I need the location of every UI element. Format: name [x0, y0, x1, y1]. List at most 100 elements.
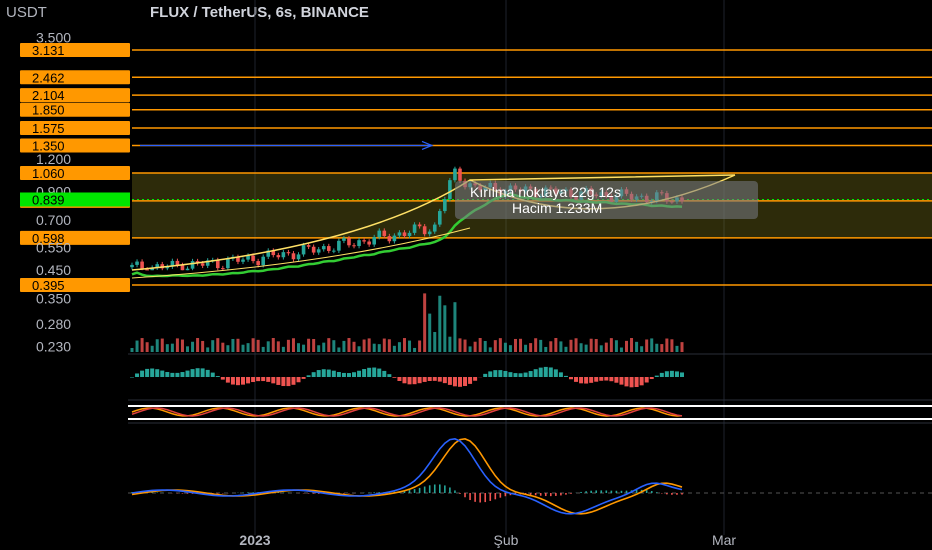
macd-histogram-bar: [570, 493, 572, 494]
macd-histogram-bar: [181, 493, 184, 494]
volume-bar: [579, 343, 583, 352]
volume-bar: [302, 344, 306, 352]
volume-bar: [201, 340, 205, 352]
histogram-bar: [326, 369, 331, 377]
histogram-bar: [473, 377, 478, 381]
volume-bar: [327, 338, 331, 352]
volume-bar: [160, 338, 164, 352]
histogram-bar: [644, 377, 649, 383]
histogram-oscillator-group: [130, 366, 684, 388]
macd-histogram-bar: [216, 493, 219, 494]
candle-body: [427, 231, 432, 235]
histogram-bar: [271, 377, 276, 384]
time-axis-label-0: 2023: [239, 532, 270, 548]
candle-body: [407, 232, 412, 237]
histogram-bar: [457, 377, 462, 387]
volume-bar: [362, 339, 366, 352]
volume-bar: [402, 338, 406, 352]
volume-bar: [655, 343, 659, 352]
candle-body: [387, 236, 392, 242]
candle-body: [443, 199, 447, 212]
candle-body: [175, 260, 180, 265]
histogram-bar: [210, 372, 215, 377]
histogram-bar: [579, 377, 584, 384]
volume-bar: [503, 342, 507, 352]
volume-bar: [180, 339, 184, 352]
histogram-bar: [609, 377, 614, 382]
macd-histogram-bar: [499, 493, 502, 498]
candle-body: [392, 235, 397, 242]
histogram-bar: [654, 375, 659, 377]
axis-tick-0.280: 0.280: [36, 316, 71, 332]
macd-histogram-bar: [312, 493, 315, 494]
volume-bar: [226, 345, 230, 352]
volume-bar: [211, 340, 215, 352]
volume-bar: [150, 345, 154, 352]
histogram-bar: [286, 377, 291, 387]
candle-body: [453, 168, 457, 181]
histogram-bar: [281, 377, 286, 387]
histogram-bar: [680, 372, 684, 377]
candle-body: [291, 253, 296, 260]
histogram-bar: [452, 377, 457, 387]
histogram-bar: [301, 377, 306, 379]
volume-group: [130, 293, 684, 352]
candle-body: [135, 261, 139, 265]
candle-body: [437, 211, 442, 225]
macd-histogram-bar: [504, 493, 507, 497]
histogram-bar: [634, 377, 639, 388]
volume-bar: [135, 340, 139, 352]
volume-bar: [635, 341, 639, 352]
volume-bar: [266, 341, 270, 352]
candle-body: [458, 168, 462, 181]
histogram-bar: [488, 371, 493, 377]
macd-histogram-bar: [676, 493, 678, 495]
stoch-k-line: [131, 407, 683, 417]
candle-body: [190, 261, 195, 269]
histogram-bar: [135, 373, 140, 377]
candle-body: [332, 250, 336, 252]
macd-histogram-bar: [252, 492, 254, 493]
candle-body: [432, 224, 437, 232]
macd-histogram-bar: [600, 490, 603, 493]
volume-bar: [488, 347, 492, 352]
volume-bar: [630, 338, 634, 352]
volume-bar: [468, 346, 472, 352]
volume-bar: [322, 342, 326, 352]
volume-bar: [660, 344, 664, 352]
chart-canvas[interactable]: 3.1312.4622.1041.8501.5751.3501.0600.829…: [0, 0, 932, 550]
histogram-bar: [669, 370, 674, 377]
volume-bar: [544, 346, 548, 352]
volume-bar: [191, 341, 195, 352]
candle-body: [281, 252, 286, 258]
macd-histogram-bar: [666, 493, 668, 495]
macd-histogram-bar: [378, 492, 381, 493]
histogram-bar: [130, 377, 134, 378]
macd-histogram-bar: [645, 490, 648, 493]
volume-bar: [241, 344, 245, 352]
histogram-bar: [387, 374, 392, 377]
macd-histogram-bar: [625, 490, 628, 493]
candle-body: [276, 255, 281, 258]
macd-histogram-bar: [484, 493, 487, 503]
volume-bar: [554, 338, 558, 352]
histogram-bar: [594, 377, 599, 382]
histogram-bar: [241, 377, 246, 385]
volume-bar: [569, 339, 573, 352]
candle-body: [251, 255, 255, 262]
candle-body: [221, 268, 225, 270]
candle-body: [372, 237, 377, 245]
candle-body: [367, 241, 371, 245]
macd-histogram-bar: [650, 491, 653, 493]
histogram-bar: [508, 372, 513, 377]
histogram-bar: [674, 371, 679, 377]
volume-bar: [473, 341, 477, 352]
candle-body: [448, 180, 452, 200]
macd-histogram-bar: [479, 493, 481, 503]
histogram-bar: [604, 377, 609, 381]
histogram-bar: [563, 375, 568, 377]
histogram-bar: [256, 377, 261, 382]
volume-bar: [155, 339, 159, 352]
volume-bar: [448, 336, 452, 352]
volume-bar: [317, 345, 321, 352]
